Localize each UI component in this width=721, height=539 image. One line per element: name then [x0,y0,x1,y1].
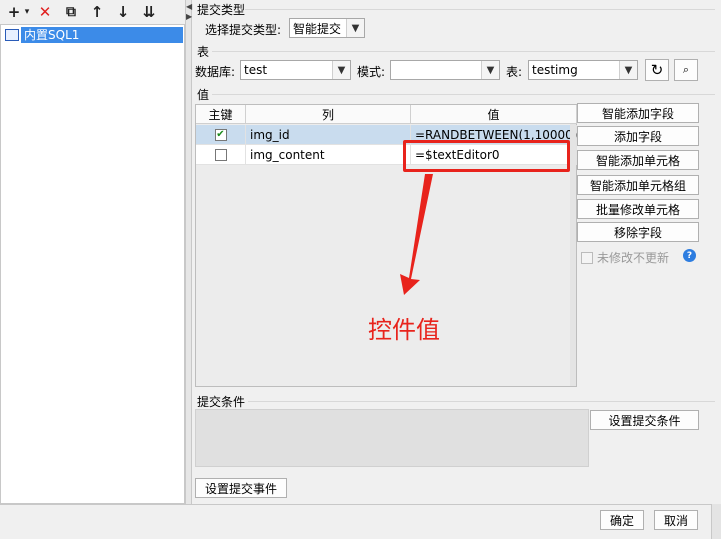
condition-section-title: 提交条件 [197,395,246,409]
no-update-option[interactable]: 未修改不更新 [581,249,669,266]
column-header-value[interactable]: 值 [411,105,577,124]
down-glyph: ↓ [116,3,130,21]
primary-key-checkbox[interactable] [214,148,227,161]
copy-icon[interactable]: ⧉ [58,1,84,23]
vertical-scrollbar[interactable] [570,124,576,386]
chevron-down-icon[interactable]: ▼ [346,19,364,37]
submit-type-select[interactable]: 智能提交 ▼ [289,18,365,38]
set-condition-button[interactable]: 设置提交条件 [590,410,699,430]
smart-add-cell-group-button[interactable]: 智能添加单元格组 [577,175,699,195]
smart-add-field-button[interactable]: 智能添加字段 [577,103,699,123]
add-field-button[interactable]: 添加字段 [577,126,699,146]
divider [212,94,715,95]
cancel-button[interactable]: 取消 [654,510,698,530]
refresh-button[interactable]: ↻ [645,59,669,81]
help-glyph: ? [686,250,693,261]
table-value: testimg [532,63,578,77]
chevron-down-icon[interactable]: ▼ [619,61,637,79]
preview-button[interactable]: ⌕ [674,59,698,81]
column-cell[interactable]: img_id [246,125,411,145]
move-down-icon[interactable]: ↓ [110,1,136,23]
set-submit-event-button[interactable]: 设置提交事件 [195,478,287,498]
submit-type-value: 智能提交 [293,21,342,36]
table-select[interactable]: testimg ▼ [528,60,638,80]
left-toolbar: + ▾ ✕ ⧉ ↑ ↓ ⇊ [0,0,185,24]
help-icon[interactable]: ? [683,249,696,262]
up-glyph: ↑ [90,3,104,21]
database-icon [5,29,19,41]
column-header-key[interactable]: 主键 [196,105,246,124]
primary-key-checkbox[interactable]: ✔ [214,128,227,141]
divider [248,401,715,402]
database-label: 数据库: [195,65,236,79]
table-label: 表: [506,65,523,79]
ok-button[interactable]: 确定 [600,510,644,530]
annotation-label: 控件值 [368,316,440,344]
divider [245,9,715,10]
add-glyph: + [7,3,21,21]
move-bottom-icon[interactable]: ⇊ [136,1,162,23]
add-icon[interactable]: + [6,1,22,23]
value-section-title: 值 [197,88,210,102]
remove-field-button[interactable]: 移除字段 [577,222,699,242]
submit-type-label: 选择提交类型: [205,23,282,37]
copy-glyph: ⧉ [66,4,76,20]
move-glyph: ⇊ [142,3,156,21]
no-update-checkbox[interactable] [581,251,593,264]
database-select[interactable]: test ▼ [240,60,351,80]
tree-item-sql1[interactable]: 内置SQL1 [5,27,183,43]
annotation-arrow-icon [400,174,433,295]
column-header-column[interactable]: 列 [246,105,411,124]
database-value: test [244,63,268,77]
preview-icon: ⌕ [682,63,690,76]
delete-glyph: ✕ [38,3,52,21]
add-dropdown-glyph: ▾ [24,7,30,17]
footer-edge [711,504,721,539]
key-cell: ✔ [196,125,246,145]
chevron-down-icon[interactable]: ▼ [481,61,499,79]
column-cell[interactable]: img_content [246,145,411,165]
schema-select[interactable]: ▼ [390,60,500,80]
collapse-left-icon[interactable]: ◀ [186,2,192,11]
tree-item-label: 内置SQL1 [21,27,183,43]
schema-label: 模式: [357,65,386,79]
annotation-highlight-box [403,140,570,172]
dataset-tree: 内置SQL1 [0,24,185,504]
condition-display-area[interactable] [195,409,589,467]
smart-add-cell-button[interactable]: 智能添加单元格 [577,150,699,170]
move-up-icon[interactable]: ↑ [84,1,110,23]
delete-icon[interactable]: ✕ [32,1,58,23]
submit-settings-dialog: + ▾ ✕ ⧉ ↑ ↓ ⇊ 内置SQL1 ◀ ▶ 提交类型 选择提交类型: 智能… [0,0,721,539]
no-update-label: 未修改不更新 [597,251,670,265]
submit-type-title: 提交类型 [197,3,246,17]
table-section-title: 表 [197,45,210,59]
chevron-down-icon[interactable]: ▼ [332,61,350,79]
divider [212,51,715,52]
refresh-icon: ↻ [650,61,664,79]
panel-splitter[interactable]: ◀ ▶ [185,0,192,504]
collapse-right-icon[interactable]: ▶ [186,12,192,21]
add-dropdown-icon[interactable]: ▾ [22,1,32,23]
batch-modify-cell-button[interactable]: 批量修改单元格 [577,199,699,219]
key-cell [196,145,246,165]
